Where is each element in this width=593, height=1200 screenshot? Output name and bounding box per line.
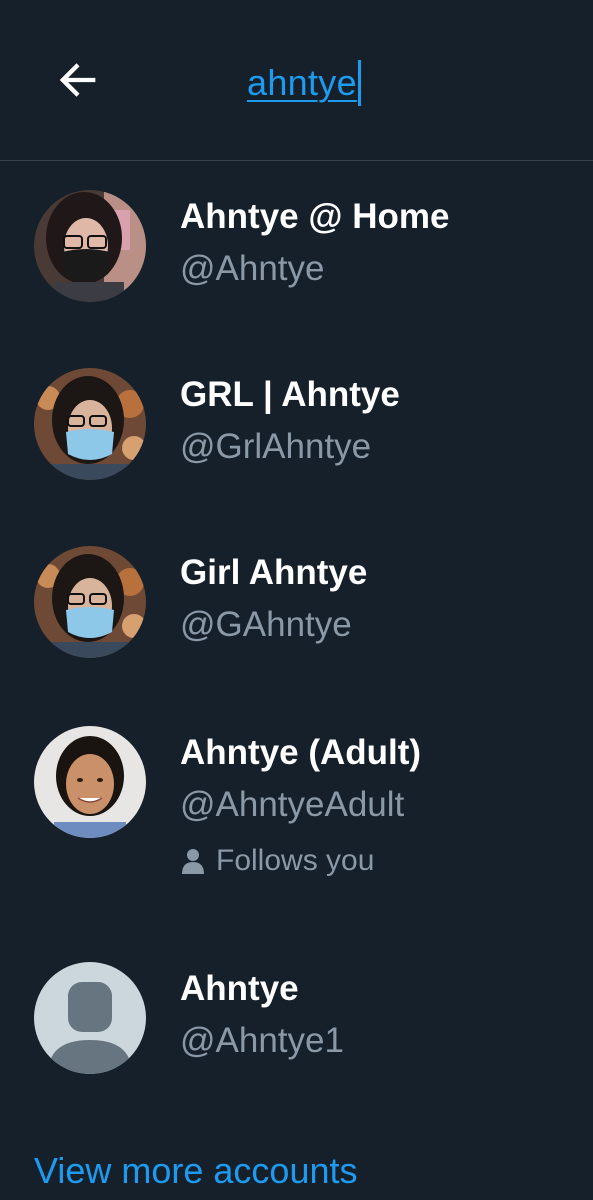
- text-caret: [357, 60, 361, 106]
- account-result-row[interactable]: Ahntye (Adult) @AhntyeAdult Follows you: [0, 726, 593, 886]
- account-handle: @GrlAhntye: [180, 427, 372, 466]
- view-more-accounts-link[interactable]: View more accounts: [34, 1148, 358, 1194]
- account-result-row[interactable]: Ahntye @Ahntye1: [0, 962, 593, 1087]
- account-name: GRL | Ahntye: [180, 375, 400, 414]
- follows-you-text: Follows you: [216, 844, 375, 877]
- account-handle: @Ahntye1: [180, 1021, 344, 1060]
- account-result-row[interactable]: GRL | Ahntye @GrlAhntye: [0, 368, 593, 493]
- search-input[interactable]: ahntye: [247, 58, 361, 108]
- follows-you-label: Follows you: [182, 841, 374, 881]
- account-name: Ahntye: [180, 969, 299, 1008]
- arrow-left-icon: [59, 63, 96, 97]
- account-handle: @AhntyeAdult: [180, 785, 405, 824]
- account-name: Girl Ahntye: [180, 553, 368, 592]
- avatar: [34, 190, 146, 302]
- avatar: [34, 726, 146, 838]
- account-handle: @Ahntye: [180, 249, 325, 288]
- avatar: [34, 546, 146, 658]
- account-result-row[interactable]: Ahntye @ Home @Ahntye: [0, 190, 593, 315]
- account-name: Ahntye @ Home: [180, 197, 450, 236]
- search-header: ahntye: [0, 0, 593, 161]
- search-query[interactable]: ahntye: [247, 58, 357, 108]
- account-name: Ahntye (Adult): [180, 733, 422, 772]
- account-handle: @GAhntye: [180, 605, 352, 644]
- account-result-row[interactable]: Girl Ahntye @GAhntye: [0, 546, 593, 671]
- avatar: [34, 368, 146, 480]
- person-icon: [182, 848, 204, 874]
- default-avatar-icon: [34, 962, 146, 1074]
- back-button[interactable]: [50, 52, 106, 108]
